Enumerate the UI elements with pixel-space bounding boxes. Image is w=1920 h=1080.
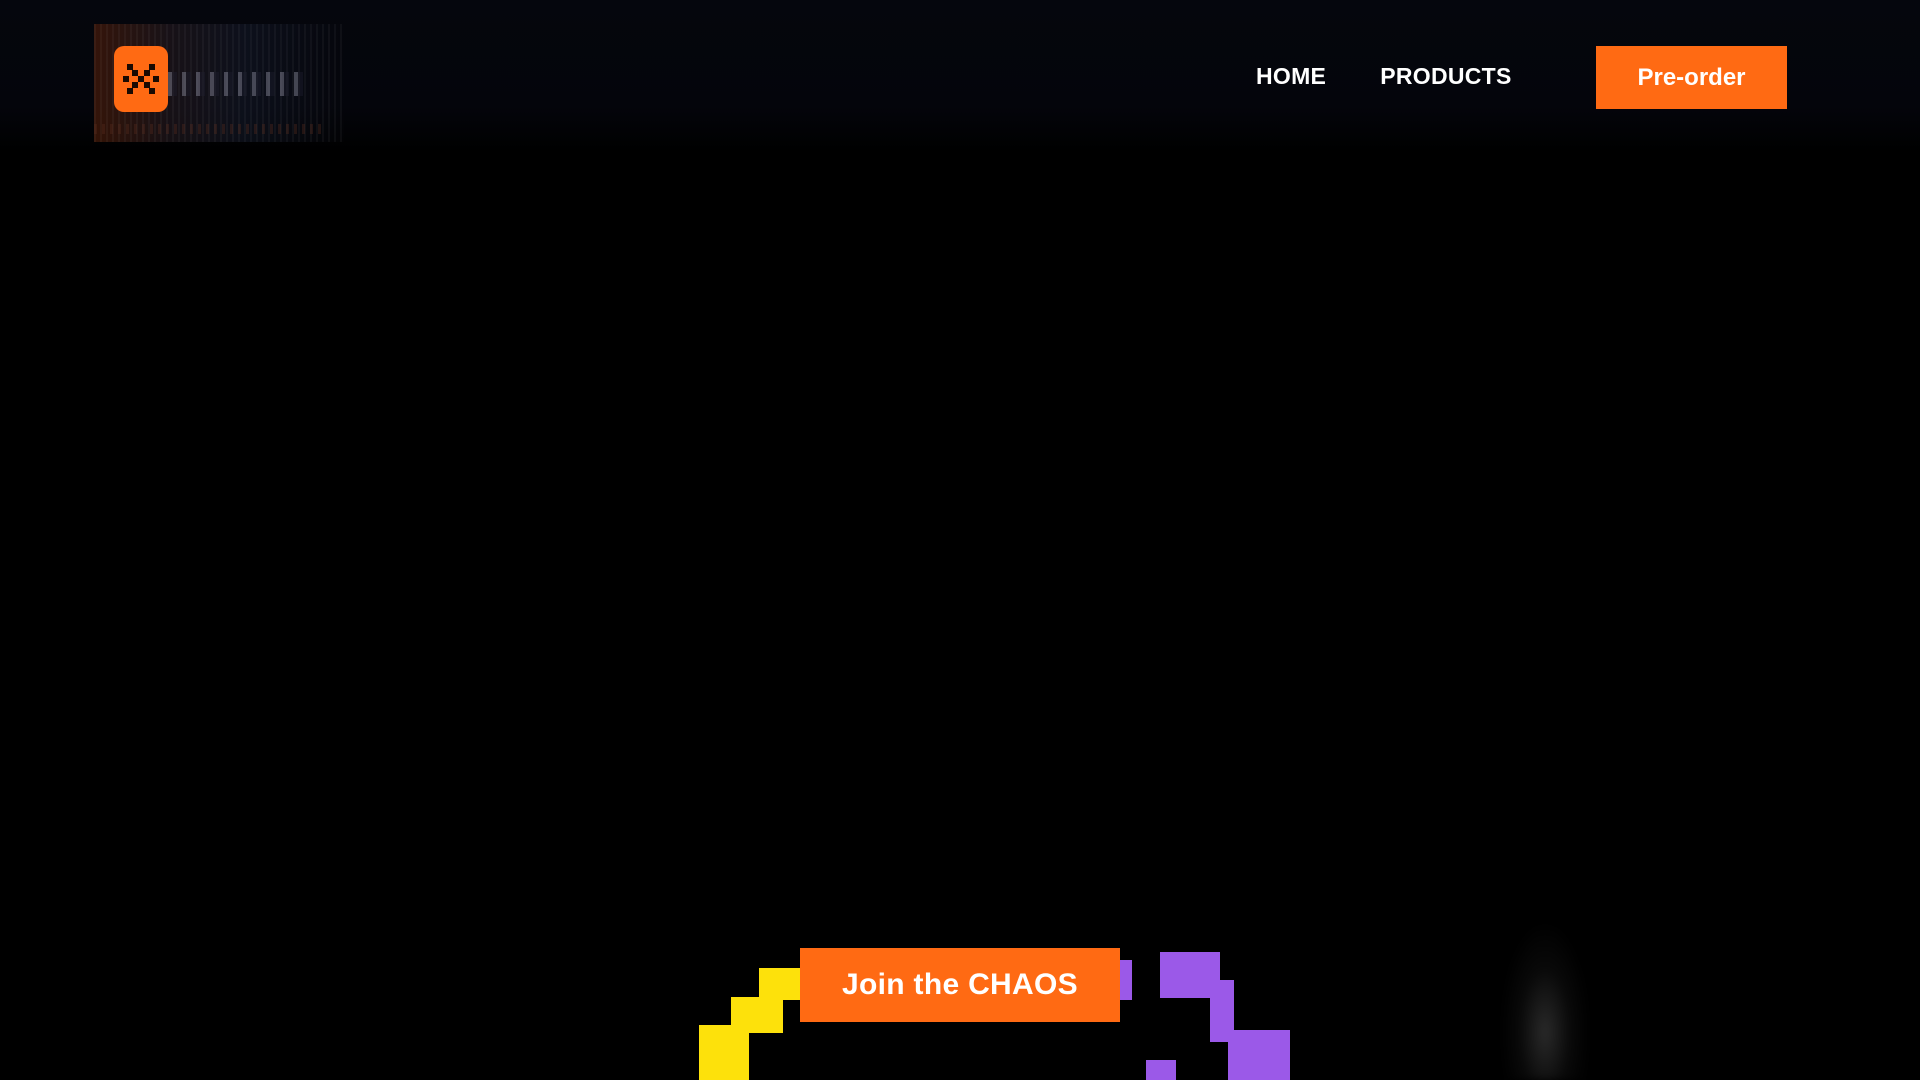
site-header: HOME PRODUCTS Pre-order <box>0 0 1920 152</box>
yellow-pixel-block <box>759 968 801 1000</box>
purple-pixel-block <box>1228 1030 1290 1080</box>
smoke-decoration <box>1500 920 1590 1080</box>
nav-item-home[interactable]: HOME <box>1256 60 1326 92</box>
page: HOME PRODUCTS Pre-order Join the CHAOS <box>0 0 1920 1080</box>
preorder-button[interactable]: Pre-order <box>1596 46 1787 109</box>
nav-item-products[interactable]: PRODUCTS <box>1380 60 1511 92</box>
yellow-pixel-block <box>699 1025 749 1080</box>
purple-pixel-block <box>1118 960 1132 1000</box>
main-nav: HOME PRODUCTS <box>1256 60 1512 92</box>
x-badge-icon <box>114 46 168 112</box>
brand-logo[interactable] <box>94 16 354 148</box>
purple-pixel-block <box>1146 1060 1176 1080</box>
join-the-chaos-button[interactable]: Join the CHAOS <box>800 948 1120 1022</box>
